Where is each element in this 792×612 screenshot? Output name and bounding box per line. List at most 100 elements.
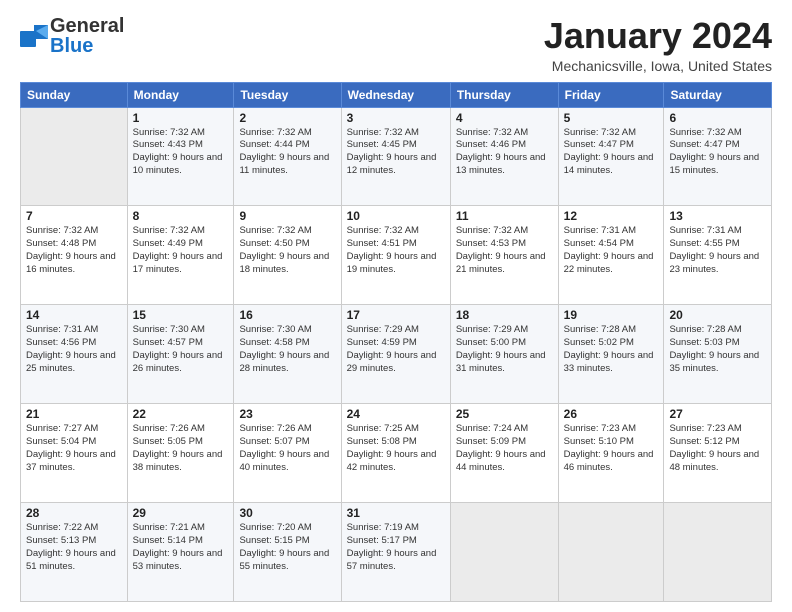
sunset-text: Sunset: 4:45 PM (347, 139, 417, 150)
sunrise-text: Sunrise: 7:32 AM (456, 225, 528, 236)
calendar-cell: 7Sunrise: 7:32 AMSunset: 4:48 PMDaylight… (21, 206, 128, 305)
day-info: Sunrise: 7:22 AMSunset: 5:13 PMDaylight:… (26, 522, 122, 573)
sunset-text: Sunset: 4:59 PM (347, 337, 417, 348)
calendar-cell: 9Sunrise: 7:32 AMSunset: 4:50 PMDaylight… (234, 206, 341, 305)
calendar-cell: 18Sunrise: 7:29 AMSunset: 5:00 PMDayligh… (450, 305, 558, 404)
logo-blue: Blue (50, 36, 124, 56)
day-number: 27 (669, 407, 766, 421)
day-info: Sunrise: 7:26 AMSunset: 5:05 PMDaylight:… (133, 423, 229, 474)
calendar-week-1: 1Sunrise: 7:32 AMSunset: 4:43 PMDaylight… (21, 107, 772, 206)
header-row: Sunday Monday Tuesday Wednesday Thursday… (21, 82, 772, 107)
sunrise-text: Sunrise: 7:32 AM (456, 127, 528, 138)
calendar-cell: 10Sunrise: 7:32 AMSunset: 4:51 PMDayligh… (341, 206, 450, 305)
calendar-cell: 26Sunrise: 7:23 AMSunset: 5:10 PMDayligh… (558, 404, 664, 503)
daylight-text: Daylight: 9 hours and 19 minutes. (347, 251, 437, 275)
daylight-text: Daylight: 9 hours and 31 minutes. (456, 350, 546, 374)
sunset-text: Sunset: 4:47 PM (564, 139, 634, 150)
calendar-cell: 3Sunrise: 7:32 AMSunset: 4:45 PMDaylight… (341, 107, 450, 206)
sunrise-text: Sunrise: 7:22 AM (26, 522, 98, 533)
daylight-text: Daylight: 9 hours and 51 minutes. (26, 548, 116, 572)
sunset-text: Sunset: 5:10 PM (564, 436, 634, 447)
sunrise-text: Sunrise: 7:25 AM (347, 423, 419, 434)
day-info: Sunrise: 7:32 AMSunset: 4:47 PMDaylight:… (669, 127, 766, 178)
daylight-text: Daylight: 9 hours and 40 minutes. (239, 449, 329, 473)
calendar-cell: 21Sunrise: 7:27 AMSunset: 5:04 PMDayligh… (21, 404, 128, 503)
calendar-cell (558, 503, 664, 602)
calendar-cell (664, 503, 772, 602)
sunset-text: Sunset: 5:02 PM (564, 337, 634, 348)
day-info: Sunrise: 7:32 AM Sunset: 4:51 PM Daylight:… (347, 225, 445, 276)
calendar-cell: 12Sunrise: 7:31 AMSunset: 4:54 PMDayligh… (558, 206, 664, 305)
col-saturday: Saturday (664, 82, 772, 107)
calendar-week-4: 21Sunrise: 7:27 AMSunset: 5:04 PMDayligh… (21, 404, 772, 503)
day-info: Sunrise: 7:23 AMSunset: 5:10 PMDaylight:… (564, 423, 659, 474)
col-wednesday: Wednesday (341, 82, 450, 107)
calendar-cell: 13Sunrise: 7:31 AMSunset: 4:55 PMDayligh… (664, 206, 772, 305)
day-info: Sunrise: 7:19 AMSunset: 5:17 PMDaylight:… (347, 522, 445, 573)
col-sunday: Sunday (21, 82, 128, 107)
calendar-cell: 1Sunrise: 7:32 AMSunset: 4:43 PMDaylight… (127, 107, 234, 206)
sunset-text: Sunset: 5:07 PM (239, 436, 309, 447)
calendar-cell (21, 107, 128, 206)
day-number: 24 (347, 407, 445, 421)
day-number: 6 (669, 111, 766, 125)
day-number: 26 (564, 407, 659, 421)
day-number: 29 (133, 506, 229, 520)
calendar-page: General Blue January 2024 Mechanicsville… (0, 0, 792, 612)
logo-general: General (50, 16, 124, 36)
calendar-cell: 16Sunrise: 7:30 AMSunset: 4:58 PMDayligh… (234, 305, 341, 404)
daylight-text: Daylight: 9 hours and 22 minutes. (564, 251, 654, 275)
day-number: 25 (456, 407, 553, 421)
calendar-table: Sunday Monday Tuesday Wednesday Thursday… (20, 82, 772, 602)
sunset-text: Sunset: 4:51 PM (347, 238, 417, 249)
sunset-text: Sunset: 4:44 PM (239, 139, 309, 150)
sunset-text: Sunset: 4:46 PM (456, 139, 526, 150)
calendar-cell: 28Sunrise: 7:22 AMSunset: 5:13 PMDayligh… (21, 503, 128, 602)
sunrise-text: Sunrise: 7:23 AM (564, 423, 636, 434)
calendar-cell: 6 Sunrise: 7:32 AMSunset: 4:47 PMDaylight… (664, 107, 772, 206)
calendar-cell: 22Sunrise: 7:26 AMSunset: 5:05 PMDayligh… (127, 404, 234, 503)
day-number: 5 (564, 111, 659, 125)
daylight-text: Daylight: 9 hours and 42 minutes. (347, 449, 437, 473)
daylight-text: Daylight: 9 hours and 15 minutes. (669, 152, 759, 176)
day-number: 31 (347, 506, 445, 520)
calendar-cell: 19 Sunrise: 7:28 AMSunset: 5:02 PMDayligh… (558, 305, 664, 404)
daylight-text: Daylight: 9 hours and 14 minutes. (564, 152, 654, 176)
day-number: 23 (239, 407, 335, 421)
day-number: 15 (133, 308, 229, 322)
sunrise-text: Sunrise: 7:29 AM (347, 324, 419, 335)
daylight-text: Daylight: 9 hours and 25 minutes. (26, 350, 116, 374)
daylight-text: Daylight: 9 hours and 12 minutes. (347, 152, 437, 176)
sunset-text: Sunset: 5:09 PM (456, 436, 526, 447)
daylight-text: Daylight: 9 hours and 29 minutes. (347, 350, 437, 374)
col-monday: Monday (127, 82, 234, 107)
calendar-cell: 27Sunrise: 7:23 AMSunset: 5:12 PMDayligh… (664, 404, 772, 503)
daylight-text: Daylight: 9 hours and 10 minutes. (133, 152, 223, 176)
day-number: 19 (564, 308, 659, 322)
sunrise-text: Sunrise: 7:32 AM (347, 225, 419, 236)
sunset-text: Sunset: 4:57 PM (133, 337, 203, 348)
calendar-header: Sunday Monday Tuesday Wednesday Thursday… (21, 82, 772, 107)
calendar-week-5: 28Sunrise: 7:22 AMSunset: 5:13 PMDayligh… (21, 503, 772, 602)
day-info: Sunrise: 7:28 AMSunset: 5:02 PMDaylight:… (564, 324, 659, 375)
day-info: Sunrise: 7:30 AMSunset: 4:57 PMDaylight:… (133, 324, 229, 375)
day-info: Sunrise: 7:24 AMSunset: 5:09 PMDaylight:… (456, 423, 553, 474)
sunset-text: Sunset: 4:58 PM (239, 337, 309, 348)
calendar-cell: 24Sunrise: 7:25 AMSunset: 5:08 PMDayligh… (341, 404, 450, 503)
day-info: Sunrise: 7:30 AMSunset: 4:58 PMDaylight:… (239, 324, 335, 375)
calendar-cell: 25 Sunrise: 7:24 AMSunset: 5:09 PMDayligh… (450, 404, 558, 503)
day-info: Sunrise: 7:31 AMSunset: 4:54 PMDaylight:… (564, 225, 659, 276)
sunset-text: Sunset: 5:12 PM (669, 436, 739, 447)
daylight-text: Daylight: 9 hours and 21 minutes. (456, 251, 546, 275)
sunset-text: Sunset: 5:05 PM (133, 436, 203, 447)
day-number: 8 (133, 209, 229, 223)
day-number: 2 (239, 111, 335, 125)
logo: General Blue (20, 16, 124, 56)
sunrise-text: Sunrise: 7:31 AM (26, 324, 98, 335)
daylight-text: Daylight: 9 hours and 53 minutes. (133, 548, 223, 572)
day-info: Sunrise: 7:32 AMSunset: 4:50 PMDaylight:… (239, 225, 335, 276)
daylight-text: Daylight: 9 hours and 33 minutes. (564, 350, 654, 374)
calendar-body: 1Sunrise: 7:32 AMSunset: 4:43 PMDaylight… (21, 107, 772, 601)
daylight-text: Daylight: 9 hours and 38 minutes. (133, 449, 223, 473)
calendar-cell: 5Sunrise: 7:32 AMSunset: 4:47 PMDaylight… (558, 107, 664, 206)
